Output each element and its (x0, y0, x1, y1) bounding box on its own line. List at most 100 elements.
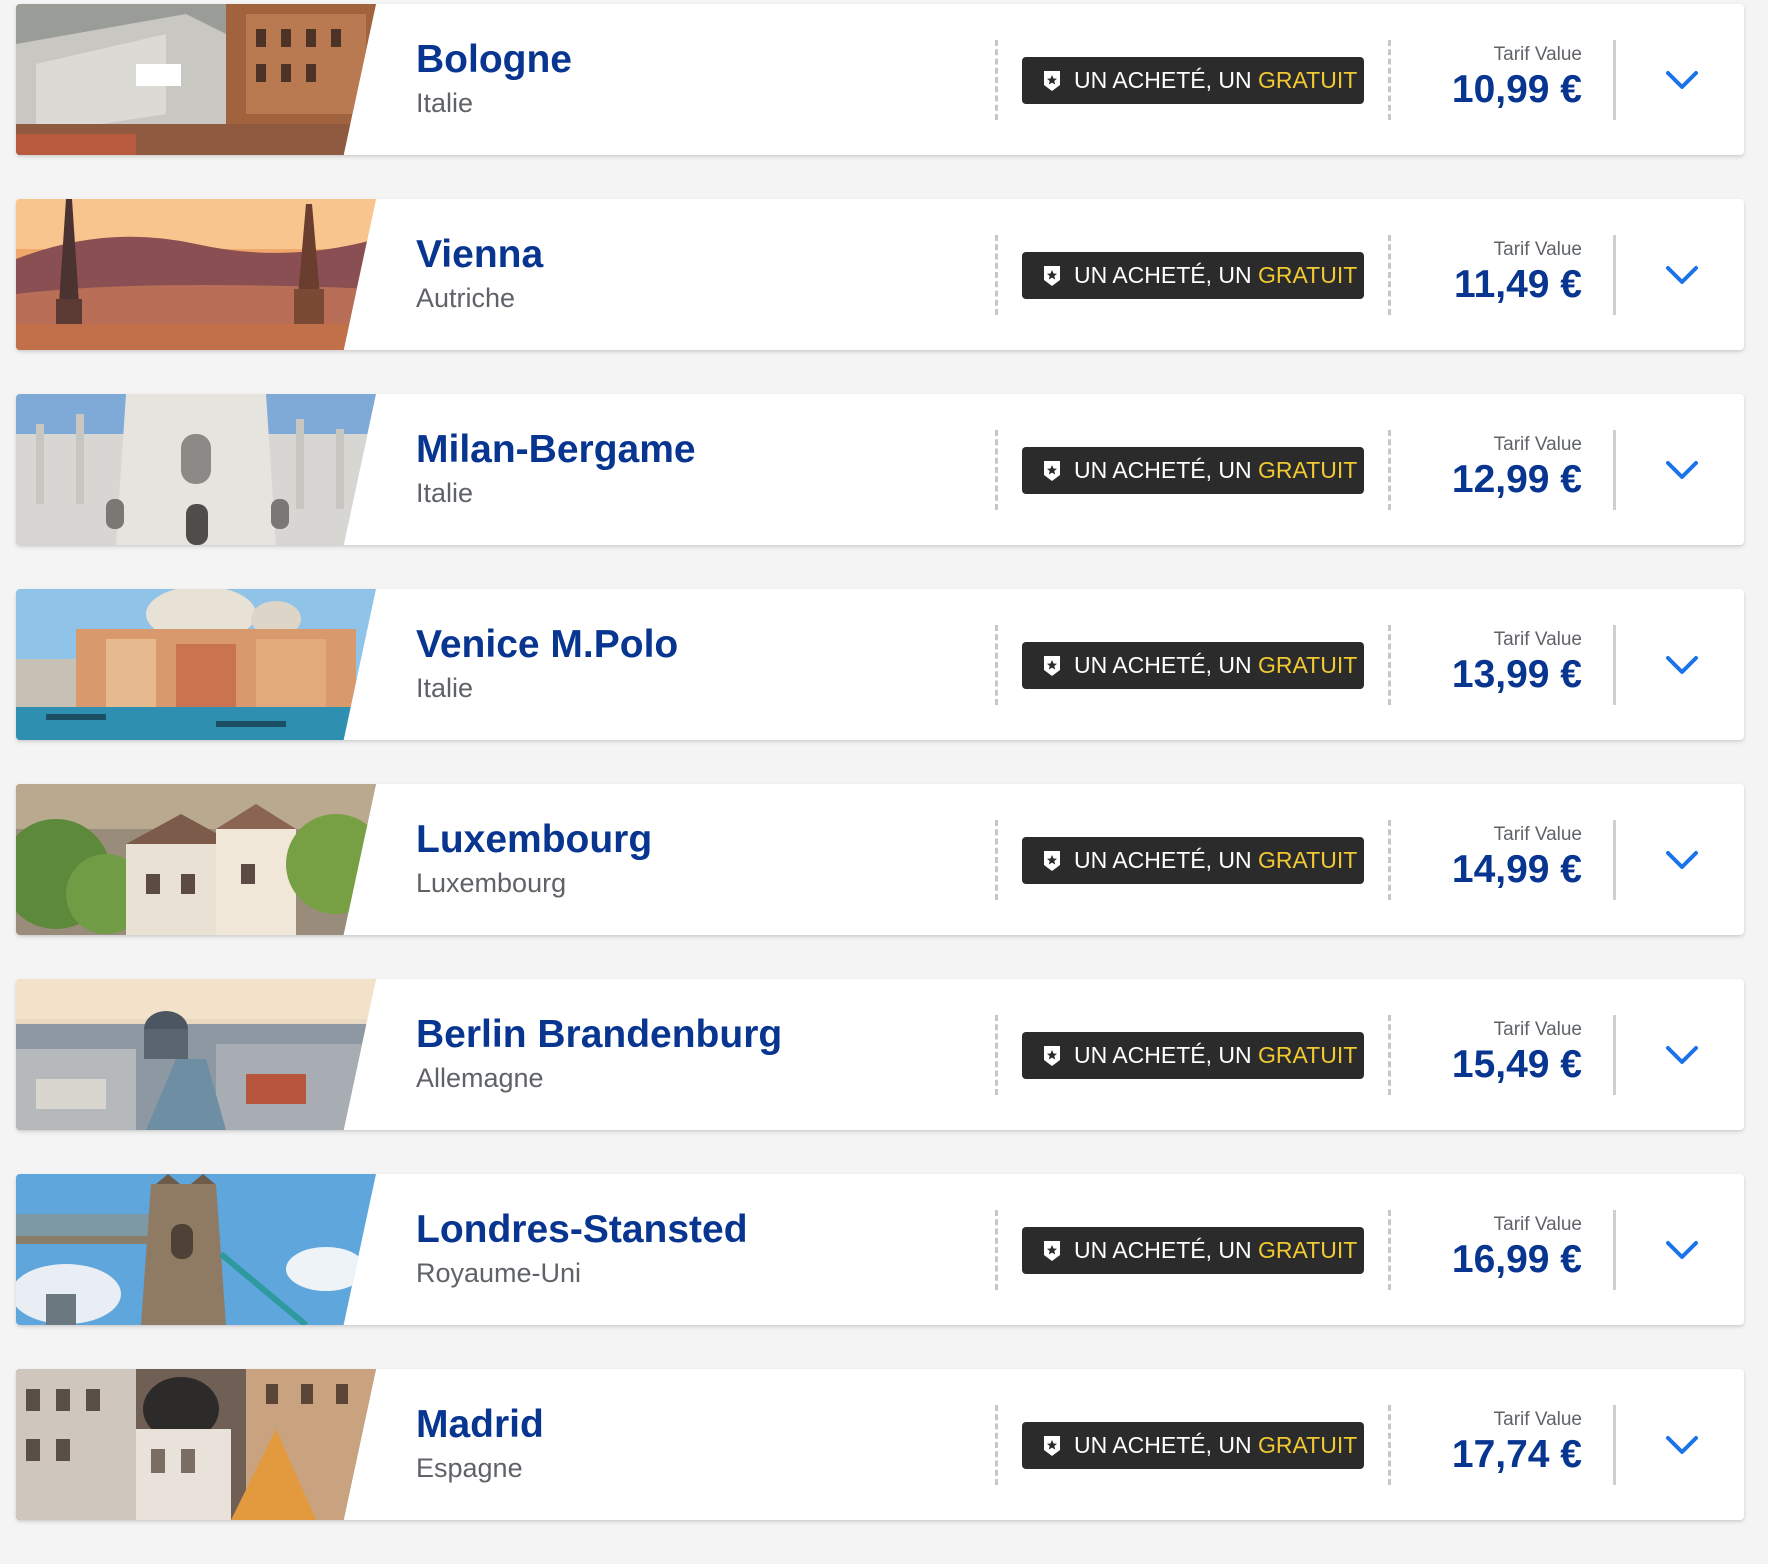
country-name: Royaume-Uni (416, 1258, 582, 1288)
divider (995, 1405, 998, 1485)
expand-button[interactable] (1659, 57, 1705, 103)
destination-card-venice[interactable]: Venice M.Polo Italie UN ACHETÉ, UN GRATU… (16, 589, 1744, 740)
fare-block: Tarif Value 13,99 € (1452, 629, 1582, 697)
fare-block: Tarif Value 14,99 € (1452, 824, 1582, 892)
promo-badge: UN ACHETÉ, UN GRATUIT (1022, 57, 1364, 104)
destination-image (16, 199, 376, 350)
divider (1388, 1210, 1391, 1290)
price: 17,74 € (1451, 1433, 1582, 1476)
destination-card-vienna[interactable]: Vienna Autriche UN ACHETÉ, UN GRATUIT Ta… (16, 199, 1744, 350)
destination-info: Milan-Bergame Italie (416, 428, 696, 510)
chevron-down-icon (1666, 656, 1698, 674)
destination-image (16, 979, 376, 1130)
expand-button[interactable] (1659, 1227, 1705, 1273)
divider (1388, 40, 1391, 120)
destination-info: Vienna Autriche (416, 233, 543, 315)
fare-block: Tarif Value 10,99 € (1452, 44, 1582, 112)
chevron-down-icon (1666, 461, 1698, 479)
promo-badge: UN ACHETÉ, UN GRATUIT (1022, 252, 1364, 299)
expand-button[interactable] (1659, 1032, 1705, 1078)
separator (1613, 1210, 1616, 1290)
price: 16,99 € (1451, 1238, 1582, 1281)
divider (995, 1015, 998, 1095)
price: 13,99 € (1451, 653, 1582, 696)
divider (995, 625, 998, 705)
star-badge-icon (1044, 1436, 1060, 1456)
destination-info: Bologne Italie (416, 38, 572, 120)
destination-card-madrid[interactable]: Madrid Espagne UN ACHETÉ, UN GRATUIT Tar… (16, 1369, 1744, 1520)
promo-highlight: GRATUIT (1258, 67, 1358, 93)
promo-text: UN ACHETÉ, UN (1074, 262, 1259, 288)
price: 10,99 € (1451, 68, 1582, 111)
city-name: Bologne (416, 38, 572, 81)
destination-card-berlin-brandenburg[interactable]: Berlin Brandenburg Allemagne UN ACHETÉ, … (16, 979, 1744, 1130)
divider (995, 430, 998, 510)
promo-highlight: GRATUIT (1258, 1237, 1358, 1263)
expand-button[interactable] (1659, 837, 1705, 883)
promo-badge: UN ACHETÉ, UN GRATUIT (1022, 1032, 1364, 1079)
star-badge-icon (1044, 71, 1060, 91)
divider (1388, 820, 1391, 900)
destination-info: Luxembourg Luxembourg (416, 818, 652, 900)
city-name: Vienna (416, 233, 544, 276)
expand-button[interactable] (1659, 252, 1705, 298)
price: 12,99 € (1451, 458, 1582, 501)
star-badge-icon (1044, 266, 1060, 286)
expand-button[interactable] (1659, 447, 1705, 493)
price: 14,99 € (1451, 848, 1582, 891)
fare-label: Tarif Value (1493, 44, 1582, 65)
fare-block: Tarif Value 11,49 € (1454, 239, 1582, 307)
destination-image (16, 1369, 376, 1520)
promo-text: UN ACHETÉ, UN (1074, 1432, 1259, 1458)
destination-image (16, 1174, 376, 1325)
star-badge-icon (1044, 461, 1060, 481)
destination-card-londres-stansted[interactable]: Londres-Stansted Royaume-Uni UN ACHETÉ, … (16, 1174, 1744, 1325)
promo-badge: UN ACHETÉ, UN GRATUIT (1022, 837, 1364, 884)
city-name: Venice M.Polo (416, 623, 679, 666)
price: 15,49 € (1451, 1043, 1582, 1086)
country-name: Allemagne (416, 1063, 544, 1093)
expand-button[interactable] (1659, 1422, 1705, 1468)
separator (1613, 235, 1616, 315)
divider (1388, 1015, 1391, 1095)
promo-highlight: GRATUIT (1258, 457, 1358, 483)
separator (1613, 1405, 1616, 1485)
fare-label: Tarif Value (1493, 434, 1582, 455)
country-name: Luxembourg (416, 868, 567, 898)
promo-text: UN ACHETÉ, UN (1074, 1237, 1259, 1263)
star-badge-icon (1044, 656, 1060, 676)
city-name: Luxembourg (416, 818, 653, 861)
city-name: Londres-Stansted (416, 1208, 748, 1251)
destination-card-bologne[interactable]: Bologne Italie UN ACHETÉ, UN GRATUIT Tar… (16, 4, 1744, 155)
destination-image (16, 589, 376, 740)
star-badge-icon (1044, 1046, 1060, 1066)
fare-label: Tarif Value (1493, 1214, 1582, 1235)
fare-block: Tarif Value 17,74 € (1452, 1409, 1582, 1477)
expand-button[interactable] (1659, 642, 1705, 688)
separator (1613, 820, 1616, 900)
destination-info: Londres-Stansted Royaume-Uni (416, 1208, 748, 1290)
chevron-down-icon (1666, 1241, 1698, 1259)
promo-badge: UN ACHETÉ, UN GRATUIT (1022, 1227, 1364, 1274)
promo-highlight: GRATUIT (1258, 262, 1358, 288)
country-name: Italie (416, 673, 474, 703)
city-name: Madrid (416, 1403, 544, 1446)
fare-label: Tarif Value (1493, 824, 1582, 845)
promo-highlight: GRATUIT (1258, 652, 1358, 678)
promo-highlight: GRATUIT (1258, 1432, 1358, 1458)
promo-text: UN ACHETÉ, UN (1074, 67, 1259, 93)
price: 11,49 € (1454, 263, 1582, 306)
destination-card-milan-bergame[interactable]: Milan-Bergame Italie UN ACHETÉ, UN GRATU… (16, 394, 1744, 545)
separator (1613, 1015, 1616, 1095)
promo-badge: UN ACHETÉ, UN GRATUIT (1022, 642, 1364, 689)
divider (1388, 235, 1391, 315)
promo-text: UN ACHETÉ, UN (1074, 457, 1259, 483)
fare-label: Tarif Value (1493, 629, 1582, 650)
separator (1613, 430, 1616, 510)
star-badge-icon (1044, 1241, 1060, 1261)
fare-block: Tarif Value 16,99 € (1452, 1214, 1582, 1282)
destination-card-luxembourg[interactable]: Luxembourg Luxembourg UN ACHETÉ, UN GRAT… (16, 784, 1744, 935)
separator (1613, 625, 1616, 705)
divider (995, 1210, 998, 1290)
promo-badge: UN ACHETÉ, UN GRATUIT (1022, 1422, 1364, 1469)
